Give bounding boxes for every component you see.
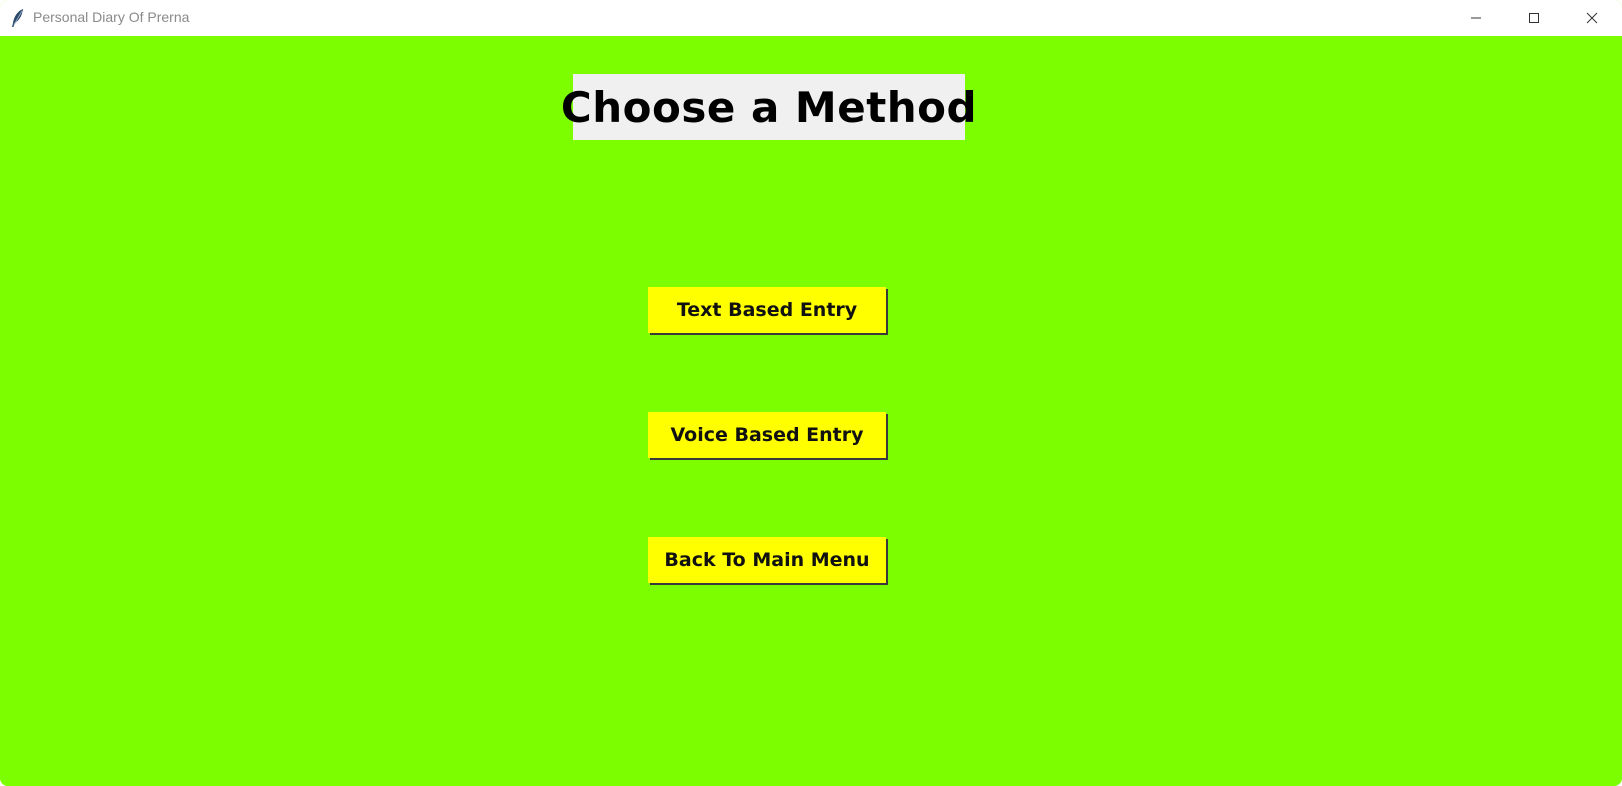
close-icon: [1586, 12, 1598, 24]
close-button[interactable]: [1563, 0, 1621, 36]
minimize-button[interactable]: [1447, 0, 1505, 36]
page-title: Choose a Method: [561, 74, 977, 140]
text-based-entry-button[interactable]: Text Based Entry: [648, 287, 886, 333]
minimize-icon: [1470, 12, 1482, 24]
window-title: Personal Diary Of Prerna: [33, 9, 190, 25]
app-window: Personal Diary Of Prerna Choose a Method…: [0, 0, 1622, 786]
maximize-icon: [1528, 12, 1540, 24]
main-content: Choose a Method Text Based Entry Voice B…: [0, 36, 1622, 786]
feather-icon: [10, 8, 26, 28]
title-bar[interactable]: Personal Diary Of Prerna: [0, 0, 1622, 36]
voice-based-entry-button[interactable]: Voice Based Entry: [648, 412, 886, 458]
maximize-button[interactable]: [1505, 0, 1563, 36]
back-to-main-menu-button[interactable]: Back To Main Menu: [648, 537, 886, 583]
